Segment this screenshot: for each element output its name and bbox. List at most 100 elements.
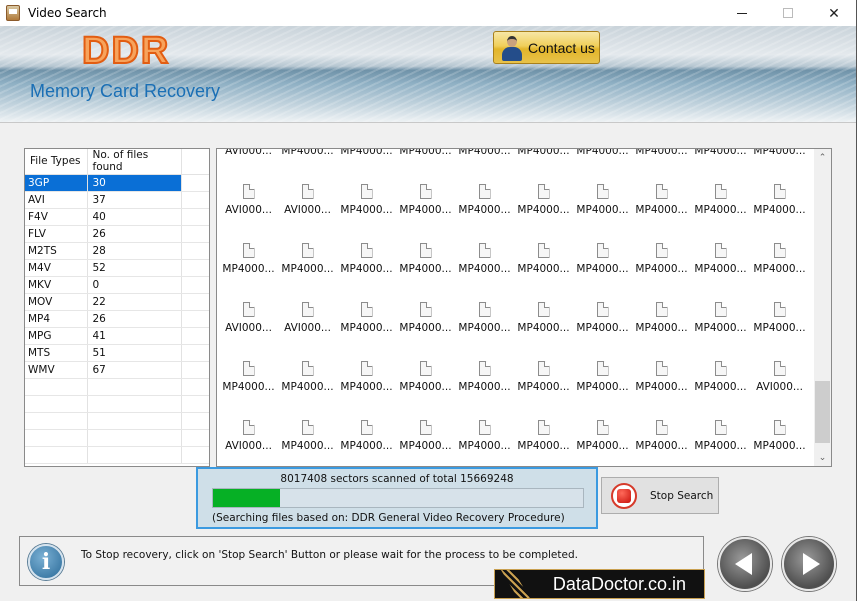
file-name: MP4000... (458, 148, 511, 157)
file-item[interactable]: MP4000... (396, 148, 455, 162)
file-type-row[interactable]: MPG 41 (25, 327, 209, 345)
info-message: To Stop recovery, click on 'Stop Search'… (81, 549, 578, 561)
minimize-button[interactable] (719, 0, 765, 26)
file-name: MP4000... (399, 148, 452, 157)
file-type-row[interactable]: 3GP 30 (25, 174, 209, 192)
file-type-row[interactable]: AVI 37 (25, 191, 209, 209)
stop-search-button[interactable]: Stop Search (601, 477, 719, 514)
file-item[interactable]: MP4000... (337, 221, 396, 280)
file-item[interactable]: MP4000... (691, 280, 750, 339)
vertical-scrollbar[interactable]: ⌃ ⌄ (814, 149, 831, 466)
file-item[interactable]: MP4000... (396, 162, 455, 221)
file-item[interactable]: MP4000... (691, 149, 750, 162)
file-item[interactable]: MP4000... (396, 339, 455, 398)
file-item[interactable]: MP4000... (278, 339, 337, 398)
file-item[interactable]: MP4000... (514, 149, 573, 162)
file-item[interactable]: MP4000... (337, 162, 396, 221)
file-item[interactable]: MP4000... (750, 398, 809, 457)
file-item[interactable]: MP4000... (219, 221, 278, 280)
back-button[interactable] (718, 537, 772, 591)
file-item[interactable]: MP4000... (278, 149, 337, 162)
file-item[interactable]: MP4000... (691, 221, 750, 280)
file-item[interactable]: MP4000... (632, 398, 691, 457)
file-type-row[interactable]: M2TS 28 (25, 242, 209, 260)
file-item[interactable]: MP4000... (514, 339, 573, 398)
file-item[interactable]: MP4000... (573, 339, 632, 398)
file-item[interactable]: MP4000... (455, 398, 514, 457)
file-item[interactable]: AVI000... (219, 162, 278, 221)
file-item[interactable]: AVI000... (278, 162, 337, 221)
column-header-files-found[interactable]: No. of files found (87, 149, 182, 175)
file-types-table[interactable]: File Types No. of files found 3GP 30 AVI 37… (24, 148, 210, 467)
file-item[interactable]: MP4000... (514, 398, 573, 457)
file-item[interactable]: MP4000... (573, 280, 632, 339)
file-item[interactable]: MP4000... (632, 221, 691, 280)
file-grid-row: MP4000... MP4000... MP4000... MP4000... MP40… (217, 339, 813, 398)
file-item[interactable]: MP4000... (455, 280, 514, 339)
file-item[interactable]: MP4000... (750, 162, 809, 221)
file-item[interactable]: MP4000... (278, 398, 337, 457)
file-item[interactable]: MP4000... (573, 221, 632, 280)
file-item[interactable]: MP4000... (632, 149, 691, 162)
empty-cell (181, 276, 209, 294)
file-item[interactable]: MP4000... (337, 398, 396, 457)
file-type-row[interactable]: MOV 22 (25, 293, 209, 311)
file-item[interactable]: MP4000... (632, 162, 691, 221)
info-icon: i (28, 544, 64, 580)
file-item[interactable]: MP4000... (632, 339, 691, 398)
file-item[interactable]: AVI000... (219, 149, 278, 162)
file-item[interactable]: MP4000... (278, 221, 337, 280)
file-type-row[interactable]: FLV 26 (25, 225, 209, 243)
close-icon: ✕ (828, 4, 840, 21)
file-item[interactable]: MP4000... (750, 221, 809, 280)
file-name: MP4000... (694, 381, 747, 393)
file-item[interactable]: MP4000... (691, 339, 750, 398)
scrollbar-thumb[interactable] (815, 381, 830, 443)
file-type-row[interactable]: MKV 0 (25, 276, 209, 294)
file-item[interactable]: MP4000... (337, 280, 396, 339)
scroll-up-button[interactable]: ⌃ (814, 149, 831, 166)
file-item[interactable]: MP4000... (750, 280, 809, 339)
scroll-down-button[interactable]: ⌄ (814, 449, 831, 466)
file-item[interactable]: MP4000... (750, 149, 809, 162)
window-controls: ✕ (719, 0, 857, 26)
file-item[interactable]: AVI000... (750, 339, 809, 398)
maximize-button[interactable] (765, 0, 811, 26)
file-type-row[interactable]: M4V 52 (25, 259, 209, 277)
file-item[interactable]: MP4000... (455, 339, 514, 398)
file-item[interactable]: MP4000... (632, 280, 691, 339)
file-item[interactable]: MP4000... (455, 148, 514, 162)
file-item[interactable]: MP4000... (573, 149, 632, 162)
file-item[interactable]: MP4000... (219, 339, 278, 398)
file-item[interactable]: AVI000... (219, 398, 278, 457)
file-item[interactable]: MP4000... (337, 339, 396, 398)
file-item[interactable]: MP4000... (455, 221, 514, 280)
file-item[interactable]: MP4000... (337, 149, 396, 162)
file-item[interactable]: MP4000... (691, 162, 750, 221)
search-procedure-note: (Searching files based on: DDR General V… (212, 512, 565, 524)
file-item[interactable]: MP4000... (573, 398, 632, 457)
file-icon (242, 302, 255, 317)
column-header-file-types[interactable]: File Types (25, 149, 88, 175)
close-button[interactable]: ✕ (811, 0, 857, 26)
file-item[interactable]: AVI000... (278, 280, 337, 339)
file-type-row[interactable]: MP4 26 (25, 310, 209, 328)
file-name: AVI000... (756, 381, 803, 393)
file-item[interactable]: MP4000... (573, 162, 632, 221)
file-item[interactable]: MP4000... (691, 398, 750, 457)
file-item[interactable]: MP4000... (396, 398, 455, 457)
file-item[interactable]: MP4000... (396, 221, 455, 280)
file-item[interactable]: MP4000... (514, 162, 573, 221)
next-button[interactable] (782, 537, 836, 591)
found-files-grid[interactable]: AVI000... MP4000... MP4000... MP4000... MP40… (216, 148, 832, 467)
file-item[interactable]: AVI000... (219, 280, 278, 339)
file-type-row[interactable]: MTS 51 (25, 344, 209, 362)
file-item[interactable]: MP4000... (455, 162, 514, 221)
contact-us-button[interactable]: Contact us (493, 31, 600, 64)
file-item[interactable]: MP4000... (514, 280, 573, 339)
file-type-row[interactable]: WMV 67 (25, 361, 209, 379)
file-icon (537, 302, 550, 317)
file-type-row[interactable]: F4V 40 (25, 208, 209, 226)
file-item[interactable]: MP4000... (396, 280, 455, 339)
file-item[interactable]: MP4000... (514, 221, 573, 280)
